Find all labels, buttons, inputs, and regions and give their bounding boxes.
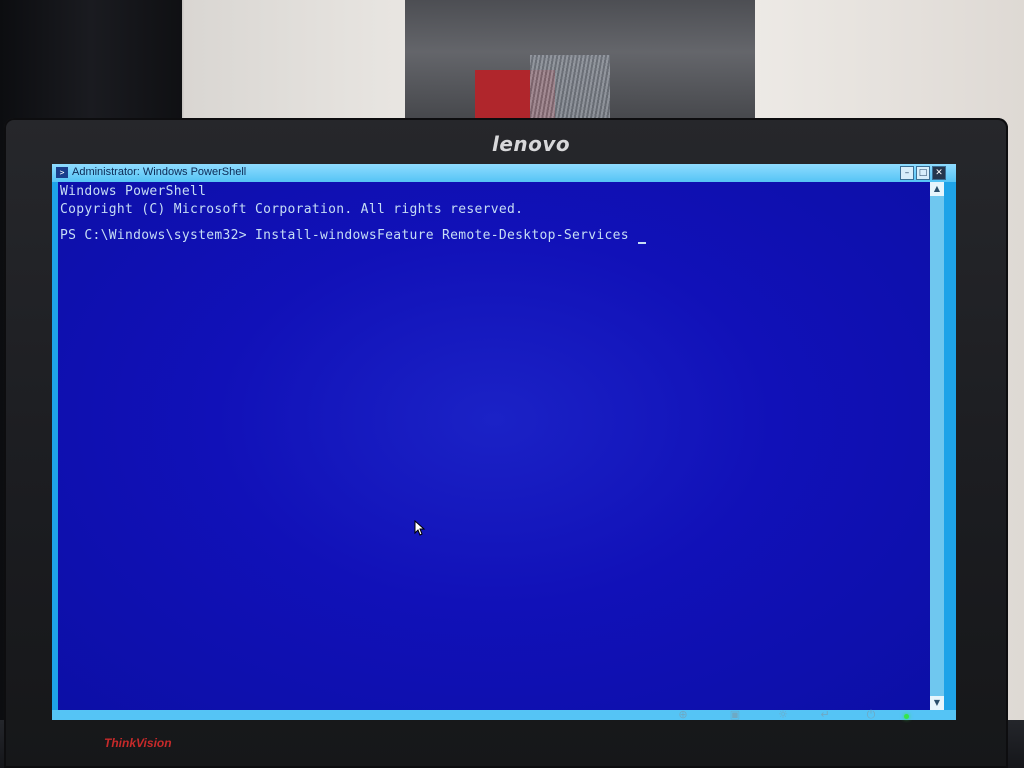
minimize-button[interactable]: – <box>900 166 914 180</box>
enter-icon[interactable]: ↵ <box>816 708 834 722</box>
powershell-icon: > <box>56 167 68 178</box>
monitor-controls: ⊕ ▣ ☼ ↵ ⏻ <box>674 708 924 734</box>
mouse-pointer-icon <box>414 520 426 536</box>
text-cursor <box>638 242 646 244</box>
scroll-up-arrow-icon[interactable]: ▲ <box>930 182 944 196</box>
input-select-icon[interactable]: ⊕ <box>674 708 692 722</box>
close-button[interactable]: ✕ <box>932 166 946 180</box>
window-title: Administrator: Windows PowerShell <box>72 166 247 178</box>
maximize-button[interactable]: □ <box>916 166 930 180</box>
power-led <box>904 714 909 719</box>
powershell-window[interactable]: > Administrator: Windows PowerShell – □ … <box>52 164 956 720</box>
console-line: Copyright (C) Microsoft Corporation. All… <box>60 202 524 217</box>
monitor-model-label: ThinkVision <box>104 736 172 750</box>
console-prompt-line[interactable]: PS C:\Windows\system32> Install-windowsF… <box>60 228 629 243</box>
window-titlebar[interactable]: > Administrator: Windows PowerShell – □ … <box>52 164 956 182</box>
power-icon[interactable]: ⏻ <box>862 708 880 722</box>
vertical-scrollbar[interactable]: ▲ ▼ <box>930 182 944 710</box>
display-icon[interactable]: ▣ <box>726 708 744 722</box>
monitor-brand-logo: lenovo <box>492 132 571 156</box>
scroll-down-arrow-icon[interactable]: ▼ <box>930 696 944 710</box>
screen: > Administrator: Windows PowerShell – □ … <box>52 164 956 720</box>
brightness-icon[interactable]: ☼ <box>774 708 792 722</box>
monitor: lenovo > Administrator: Windows PowerShe… <box>4 118 1008 768</box>
console-line: Windows PowerShell <box>60 184 207 199</box>
console-area[interactable]: Windows PowerShell Copyright (C) Microso… <box>58 182 930 710</box>
